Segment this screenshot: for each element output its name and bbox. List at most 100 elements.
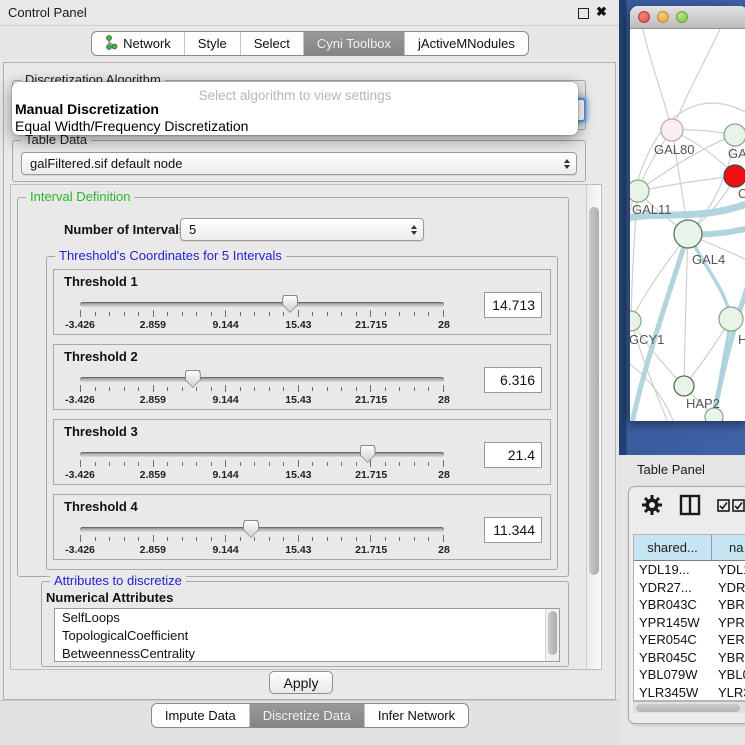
listbox-scrollbar[interactable] bbox=[545, 609, 559, 661]
minimize-traffic-icon[interactable] bbox=[657, 11, 669, 23]
network-edge bbox=[642, 29, 672, 130]
tab-cyni-toolbox[interactable]: Cyni Toolbox bbox=[303, 32, 404, 55]
top-tabbar: Network StyleSelectCyni ToolboxjActiveMNo… bbox=[0, 31, 620, 56]
network-node[interactable] bbox=[674, 376, 694, 396]
tick-mark bbox=[385, 312, 386, 316]
attribute-list-item[interactable]: SelfLoops bbox=[55, 609, 559, 627]
tick-label: 21.715 bbox=[355, 319, 387, 331]
tick-mark bbox=[370, 385, 371, 392]
threshold-slider[interactable]: -3.4262.8599.14415.4321.71528 bbox=[80, 521, 444, 559]
tick-label: 28 bbox=[438, 319, 450, 331]
slider-track[interactable] bbox=[80, 377, 444, 382]
tick-mark bbox=[327, 387, 328, 391]
panel-title: Control Panel bbox=[8, 5, 87, 20]
close-traffic-icon[interactable] bbox=[638, 11, 650, 23]
tab-style[interactable]: Style bbox=[184, 32, 240, 55]
slider-track[interactable] bbox=[80, 452, 444, 457]
table-row[interactable]: YER054CYER0 bbox=[634, 631, 745, 649]
tick-mark bbox=[341, 537, 342, 541]
tick-mark bbox=[269, 387, 270, 391]
table-cell-shared-name: YBL079W bbox=[634, 666, 712, 684]
tick-mark bbox=[240, 462, 241, 466]
slider-track[interactable] bbox=[80, 302, 444, 307]
tick-mark bbox=[428, 537, 429, 541]
threshold-rows: Threshold 1-3.4262.8599.14415.4321.71528… bbox=[53, 269, 551, 569]
tick-label: 9.144 bbox=[212, 544, 238, 556]
tick-mark bbox=[109, 462, 110, 466]
tab-label: Network bbox=[123, 36, 171, 51]
table-data-combobox[interactable]: galFiltered.sif default node bbox=[21, 152, 577, 175]
checkbox-icon[interactable] bbox=[732, 499, 745, 512]
tick-mark bbox=[298, 535, 299, 542]
threshold-value-field[interactable]: 14.713 bbox=[484, 292, 542, 318]
numerical-attributes-listbox[interactable]: SelfLoopsTopologicalCoefficientBetweenne… bbox=[54, 608, 560, 662]
network-node-label: GAL4 bbox=[692, 252, 725, 267]
tab-discretize-data[interactable]: Discretize Data bbox=[249, 704, 364, 727]
threshold-value-field[interactable]: 21.4 bbox=[484, 442, 542, 468]
tab-jactivemnodules[interactable]: jActiveMNodules bbox=[404, 32, 528, 55]
close-icon[interactable]: ✖ bbox=[596, 4, 607, 20]
network-node[interactable] bbox=[724, 165, 745, 187]
gear-icon[interactable] bbox=[641, 494, 663, 516]
network-node[interactable] bbox=[674, 220, 702, 248]
table-row[interactable]: YDL19...YDL1 bbox=[634, 561, 745, 579]
network-view[interactable]: GAL80GACGAL11GAL4GCY1HHAP2 bbox=[630, 29, 745, 421]
threshold-value-field[interactable]: 11.344 bbox=[484, 517, 542, 543]
tick-mark bbox=[124, 387, 125, 391]
split-columns-icon[interactable] bbox=[679, 494, 701, 516]
tick-mark bbox=[327, 537, 328, 541]
float-window-icon[interactable] bbox=[578, 8, 589, 19]
table-row[interactable]: YDR27...YDR2 bbox=[634, 579, 745, 597]
tick-mark bbox=[399, 462, 400, 466]
threshold-slider[interactable]: -3.4262.8599.14415.4321.71528 bbox=[80, 446, 444, 484]
apply-button[interactable]: Apply bbox=[269, 671, 333, 694]
threshold-value-field[interactable]: 6.316 bbox=[484, 367, 542, 393]
threshold-slider[interactable]: -3.4262.8599.14415.4321.71528 bbox=[80, 296, 444, 334]
tick-mark bbox=[414, 537, 415, 541]
tab-infer-network[interactable]: Infer Network bbox=[364, 704, 468, 727]
panel-scrollbar[interactable] bbox=[586, 185, 601, 669]
table-row[interactable]: YPR145WYPR1 bbox=[634, 614, 745, 632]
checkbox-icon[interactable] bbox=[717, 499, 730, 512]
column-header-name[interactable]: na bbox=[712, 535, 745, 560]
table-cell-name: YBL0 bbox=[712, 666, 745, 684]
slider-track[interactable] bbox=[80, 527, 444, 532]
network-node[interactable] bbox=[630, 311, 641, 331]
network-node-label: H bbox=[738, 332, 745, 347]
tick-mark bbox=[124, 312, 125, 316]
attribute-list-item[interactable]: TopologicalCoefficient bbox=[55, 627, 559, 645]
tab-network[interactable]: Network bbox=[92, 32, 184, 55]
table-row[interactable]: YBR043CYBR0 bbox=[634, 596, 745, 614]
network-node[interactable] bbox=[724, 124, 745, 146]
attribute-list-item[interactable]: BetweennessCentrality bbox=[55, 645, 559, 662]
tick-mark bbox=[428, 462, 429, 466]
zoom-traffic-icon[interactable] bbox=[676, 11, 688, 23]
tick-mark bbox=[211, 537, 212, 541]
listbox-scrollbar-thumb[interactable] bbox=[548, 611, 557, 655]
network-node[interactable] bbox=[630, 180, 649, 202]
table-cell-shared-name: YBR043C bbox=[634, 596, 712, 614]
number-of-intervals-combobox[interactable]: 5 bbox=[180, 218, 424, 241]
network-node[interactable] bbox=[719, 307, 743, 331]
column-header-shared[interactable]: shared... bbox=[634, 535, 712, 560]
table-row[interactable]: YBL079WYBL0 bbox=[634, 666, 745, 684]
threshold-slider[interactable]: -3.4262.8599.14415.4321.71528 bbox=[80, 371, 444, 409]
table-toolbar bbox=[629, 487, 745, 533]
tick-mark bbox=[240, 387, 241, 391]
threshold-panel: Threshold 4-3.4262.8599.14415.4321.71528… bbox=[53, 494, 551, 560]
panel-scrollbar-thumb[interactable] bbox=[589, 207, 599, 575]
dropdown-option-equal-width[interactable]: Equal Width/Frequency Discretization bbox=[15, 118, 248, 134]
table-row[interactable]: YBR045CYBR0 bbox=[634, 649, 745, 667]
tick-mark bbox=[356, 537, 357, 541]
tick-mark bbox=[254, 462, 255, 466]
dropdown-option-manual[interactable]: Manual Discretization bbox=[15, 101, 159, 117]
threshold-label: Threshold 3 bbox=[64, 424, 138, 439]
tab-impute-data[interactable]: Impute Data bbox=[152, 704, 249, 727]
network-node[interactable] bbox=[661, 119, 683, 141]
table-hscrollbar-thumb[interactable] bbox=[636, 704, 740, 712]
tab-select[interactable]: Select bbox=[240, 32, 303, 55]
tick-mark bbox=[80, 460, 81, 467]
table-hscrollbar[interactable] bbox=[633, 701, 745, 713]
table-row[interactable]: YLR345WYLR3 bbox=[634, 684, 745, 702]
tick-mark bbox=[124, 537, 125, 541]
